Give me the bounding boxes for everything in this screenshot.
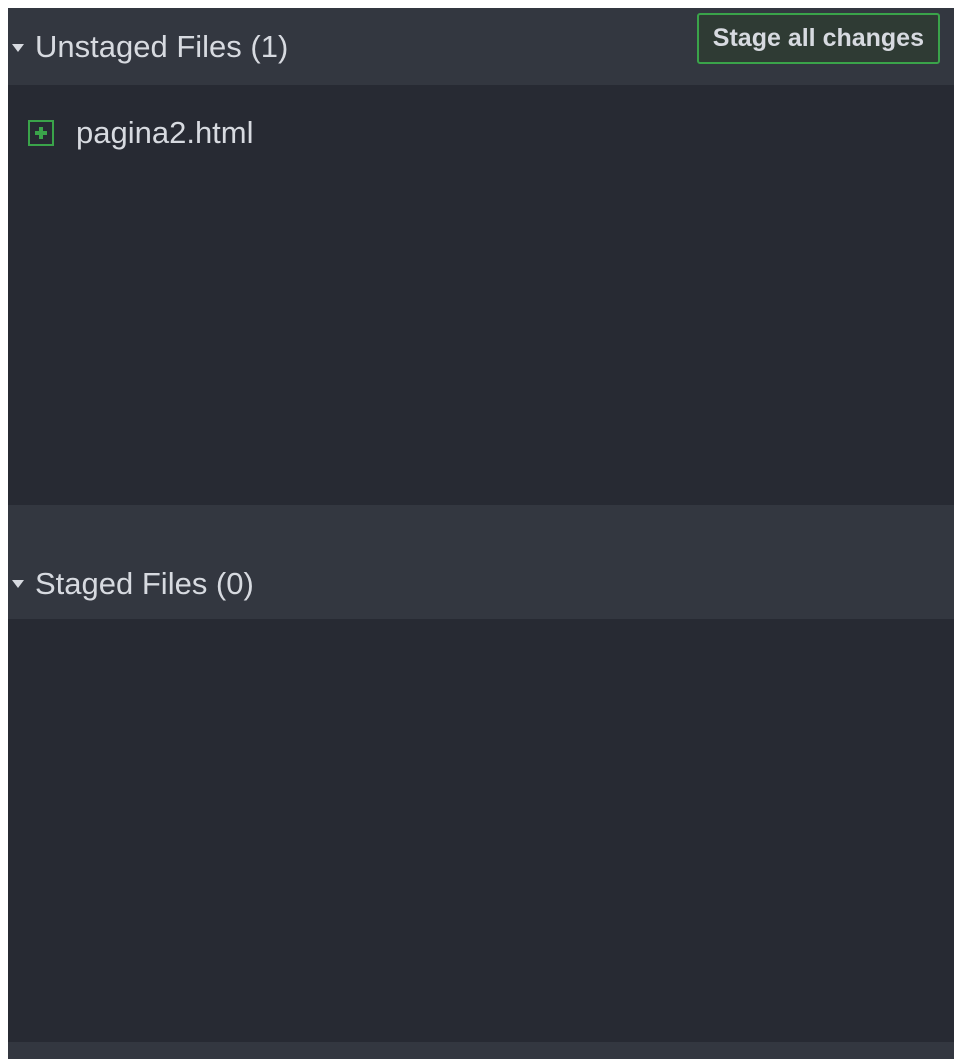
staged-file-list <box>8 619 954 1042</box>
staged-files-header[interactable]: Staged Files (0) <box>8 547 954 619</box>
unstaged-file-list: pagina2.html <box>8 85 954 505</box>
unstaged-files-title: Unstaged Files (1) <box>35 29 289 64</box>
caret-down-icon[interactable] <box>12 43 24 52</box>
caret-down-icon[interactable] <box>12 580 24 588</box>
source-control-panel: Unstaged Files (1) Stage all changes pag… <box>8 8 954 1059</box>
file-added-icon <box>28 120 54 146</box>
staged-files-title: Staged Files (0) <box>35 565 254 601</box>
unstaged-files-header[interactable]: Unstaged Files (1) Stage all changes <box>8 8 954 85</box>
stage-all-changes-button[interactable]: Stage all changes <box>696 13 940 64</box>
list-item[interactable]: pagina2.html <box>28 111 254 155</box>
file-name: pagina2.html <box>76 115 254 150</box>
